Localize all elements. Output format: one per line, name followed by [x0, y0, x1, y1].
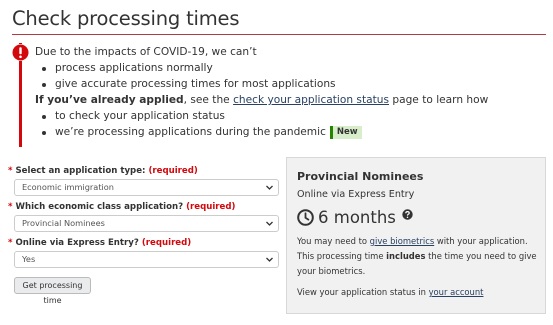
account-note: View your application status in your acc…	[297, 287, 483, 297]
chevron-down-icon	[266, 257, 273, 262]
select-value: Yes	[22, 254, 36, 264]
new-badge: New	[329, 126, 362, 139]
economic-class-select[interactable]: Provincial Nominees	[14, 215, 279, 232]
field-label: * Online via Express Entry? (required)	[8, 237, 275, 249]
body-strong: includes	[386, 251, 426, 261]
result-subtitle: Online via Express Entry	[297, 189, 415, 200]
your-account-link[interactable]: your account	[429, 287, 484, 297]
express-entry-field: * Online via Express Entry? (required) Y…	[8, 237, 279, 268]
foot-pre: View your application status in	[297, 287, 429, 297]
field-label-text: Online via Express Entry?	[12, 238, 142, 248]
required-text: (required)	[186, 202, 236, 212]
clock-icon	[297, 208, 314, 226]
alert-applied-pre: , see the	[183, 94, 234, 106]
alert-applied-line: If you’ve already applied, see the check…	[35, 92, 488, 108]
processing-time-value: 6 months	[318, 207, 396, 227]
application-type-field: * Select an application type: (required)…	[8, 165, 279, 196]
alert-exclamation-icon	[12, 44, 29, 61]
alert-applied-strong: If you’ve already applied	[35, 94, 184, 106]
page-title: Check processing times	[12, 7, 240, 30]
list-item: process applications normally	[35, 60, 488, 76]
economic-class-field: * Which economic class application? (req…	[8, 201, 279, 232]
biometrics-note: You may need to give biometrics with you…	[297, 234, 541, 279]
alert-applied-post: page to learn how	[389, 94, 489, 106]
covid-alert: Due to the impacts of COVID-19, we can’t…	[35, 44, 488, 140]
field-label: * Select an application type: (required)	[8, 165, 275, 177]
field-label: * Which economic class application? (req…	[8, 201, 275, 213]
list-item: give accurate processing times for most …	[35, 76, 488, 92]
result-panel: Provincial Nominees Online via Express E…	[286, 157, 546, 314]
alert-list-2: to check your application status we’re p…	[35, 108, 488, 140]
body-pre: You may need to	[297, 236, 370, 246]
field-label-text: Which economic class application?	[12, 202, 187, 212]
alert-list: process applications normally give accur…	[35, 60, 488, 92]
select-value: Provincial Nominees	[22, 218, 105, 228]
required-text: (required)	[148, 166, 198, 176]
field-label-text: Select an application type:	[12, 166, 149, 176]
required-text: (required)	[141, 238, 192, 248]
list-item: we’re processing applications during the…	[35, 124, 488, 140]
select-value: Economic immigration	[22, 182, 115, 192]
list-item-text: we’re processing applications during the…	[55, 126, 326, 138]
question-circle-icon[interactable]	[402, 208, 413, 220]
processing-time-form: * Select an application type: (required)…	[8, 165, 279, 273]
chevron-down-icon	[266, 185, 273, 190]
application-type-select[interactable]: Economic immigration	[14, 179, 279, 196]
alert-intro: Due to the impacts of COVID-19, we can’t	[35, 46, 257, 58]
result-title: Provincial Nominees	[297, 170, 424, 183]
express-entry-select[interactable]: Yes	[14, 251, 279, 268]
give-biometrics-link[interactable]: give biometrics	[370, 236, 435, 246]
get-processing-time-button[interactable]: Get processing time	[14, 277, 91, 305]
chevron-down-icon	[266, 221, 273, 226]
check-status-link[interactable]: check your application status	[233, 94, 389, 106]
title-divider	[12, 34, 546, 35]
processing-time-row: 6 months	[297, 206, 413, 228]
list-item: to check your application status	[35, 108, 488, 124]
